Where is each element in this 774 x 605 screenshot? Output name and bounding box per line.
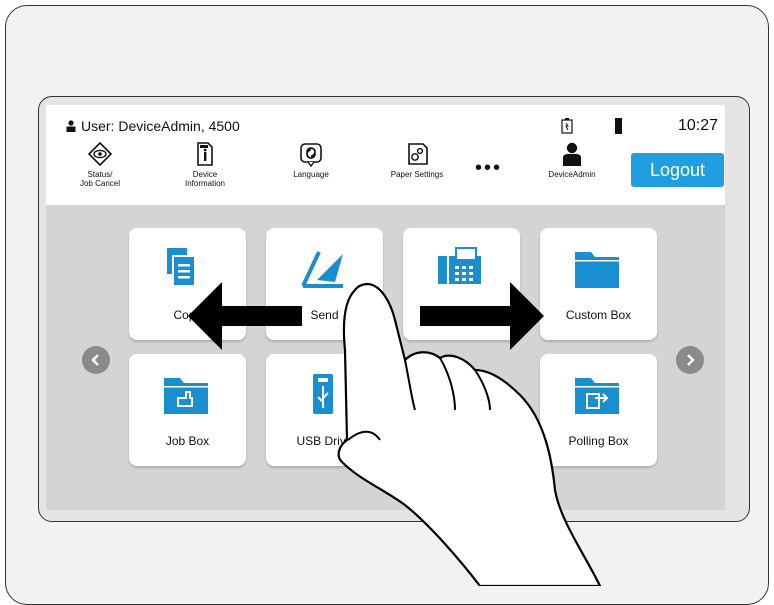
device-information-label: Device Information — [184, 170, 226, 189]
job-box-icon — [164, 378, 208, 414]
user-text: User: DeviceAdmin, 4500 — [81, 118, 240, 134]
language-button[interactable]: Language — [266, 141, 356, 179]
device-info-icon — [197, 142, 213, 166]
previous-page-button[interactable] — [82, 346, 110, 374]
eye-icon — [87, 141, 113, 167]
device-admin-button[interactable]: DeviceAdmin — [527, 141, 617, 179]
custom-box-tile[interactable]: Custom Box — [540, 228, 657, 340]
usb-drive-label: USB Drive — [296, 434, 353, 448]
status-icons — [558, 116, 658, 141]
language-icon — [300, 143, 322, 167]
device-information-button[interactable]: Device Information — [160, 141, 250, 188]
folder-icon — [575, 252, 619, 288]
paper-settings-label: Paper Settings — [390, 170, 444, 179]
touch-screen: User: DeviceAdmin, 4500 10:27 Status/ Jo… — [46, 105, 725, 510]
fax-tile[interactable]: Fax — [403, 228, 520, 340]
user-icon — [563, 142, 581, 166]
copy-label: Copy — [173, 308, 202, 322]
fax-icon — [438, 247, 481, 284]
custom-box-label: Custom Box — [565, 308, 632, 322]
top-bar: User: DeviceAdmin, 4500 10:27 Status/ Jo… — [46, 105, 725, 205]
copy-tile[interactable]: Copy — [129, 228, 246, 340]
job-box-tile[interactable]: Job Box — [129, 354, 246, 466]
copy-icon — [167, 248, 196, 287]
battery-icon — [561, 118, 622, 134]
device-admin-label: DeviceAdmin — [548, 170, 596, 179]
polling-box-tile[interactable]: Polling Box — [540, 354, 657, 466]
paper-settings-icon — [408, 143, 428, 165]
user-info: User: DeviceAdmin, 4500 — [66, 118, 240, 134]
polling-box-label: Polling Box — [568, 434, 629, 448]
next-page-button[interactable] — [676, 346, 704, 374]
language-label: Language — [293, 170, 329, 179]
paper-settings-button[interactable]: Paper Settings — [372, 141, 462, 179]
user-small-icon — [66, 120, 76, 132]
logout-button[interactable]: Logout — [631, 153, 724, 187]
status-job-cancel-label: Status/ Job Cancel — [79, 170, 121, 189]
send-tile[interactable]: Send — [266, 228, 383, 340]
usb-drive-tile[interactable]: USB Drive — [266, 354, 383, 466]
clock: 10:27 — [678, 117, 719, 134]
fax-label: Fax — [451, 308, 472, 322]
chevron-left-icon — [91, 354, 99, 366]
more-button[interactable]: ••• — [475, 157, 502, 180]
usb-icon — [313, 374, 333, 414]
send-label: Send — [310, 308, 339, 322]
polling-box-icon — [575, 378, 619, 414]
status-job-cancel-button[interactable]: Status/ Job Cancel — [55, 141, 145, 188]
chevron-right-icon — [687, 354, 695, 366]
job-box-label: Job Box — [165, 434, 210, 448]
send-icon — [301, 251, 343, 288]
